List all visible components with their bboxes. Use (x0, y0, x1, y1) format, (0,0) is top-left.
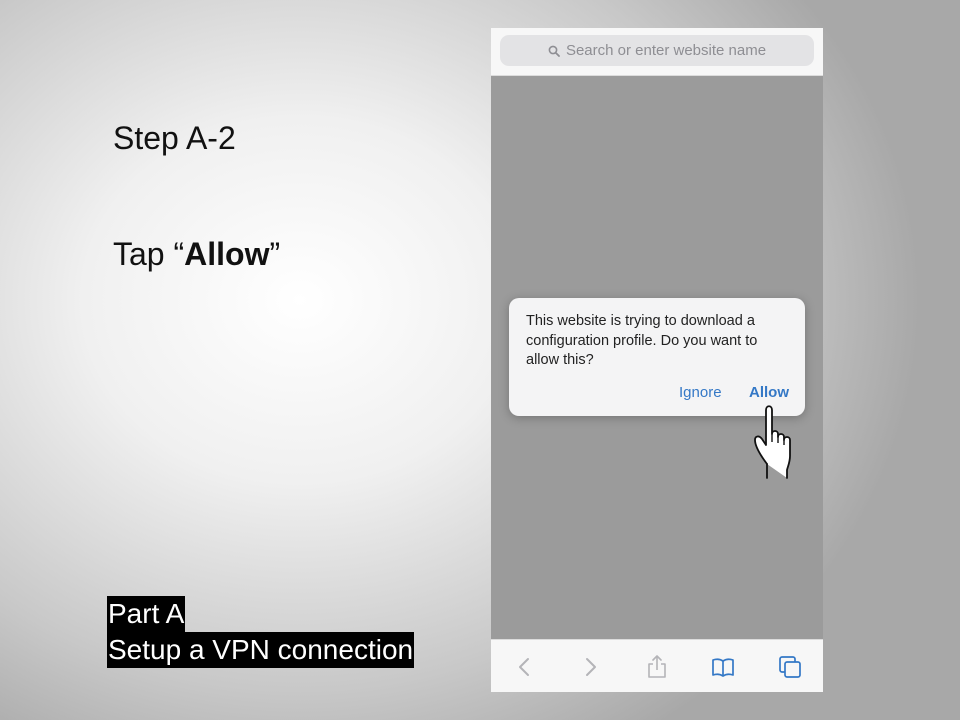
bookmarks-button[interactable] (703, 647, 743, 687)
share-button[interactable] (637, 647, 677, 687)
config-profile-dialog: This website is trying to download a con… (509, 298, 805, 416)
forward-icon (585, 657, 596, 676)
part-label: Part A (107, 596, 186, 632)
browser-top-bar: Search or enter website name (491, 28, 823, 76)
search-input[interactable]: Search or enter website name (500, 35, 814, 66)
phone-screenshot: Search or enter website name This websit… (491, 28, 823, 692)
instruction-suffix: ” (269, 236, 281, 272)
instruction-bold: Allow (184, 236, 270, 272)
browser-toolbar (491, 639, 823, 692)
share-icon (648, 654, 666, 678)
back-button[interactable] (504, 647, 544, 687)
allow-button[interactable]: Allow (749, 384, 789, 401)
dialog-message: This website is trying to download a con… (526, 313, 758, 368)
tabs-button[interactable] (770, 647, 810, 687)
search-icon (548, 45, 560, 57)
step-title: Step A-2 (113, 120, 236, 156)
forward-button[interactable] (571, 647, 611, 687)
bookmarks-icon (712, 657, 735, 677)
instruction-prefix: Tap “ (113, 236, 185, 272)
pointing-hand-icon (754, 405, 791, 479)
instruction-text: Tap “Allow” (113, 234, 280, 274)
tabs-icon (778, 655, 801, 678)
search-placeholder: Search or enter website name (565, 42, 767, 59)
back-icon (519, 657, 530, 676)
part-label-block: Part A Setup a VPN connection (107, 596, 415, 668)
part-subtitle: Setup a VPN connection (107, 632, 415, 668)
ignore-button[interactable]: Ignore (679, 384, 722, 401)
